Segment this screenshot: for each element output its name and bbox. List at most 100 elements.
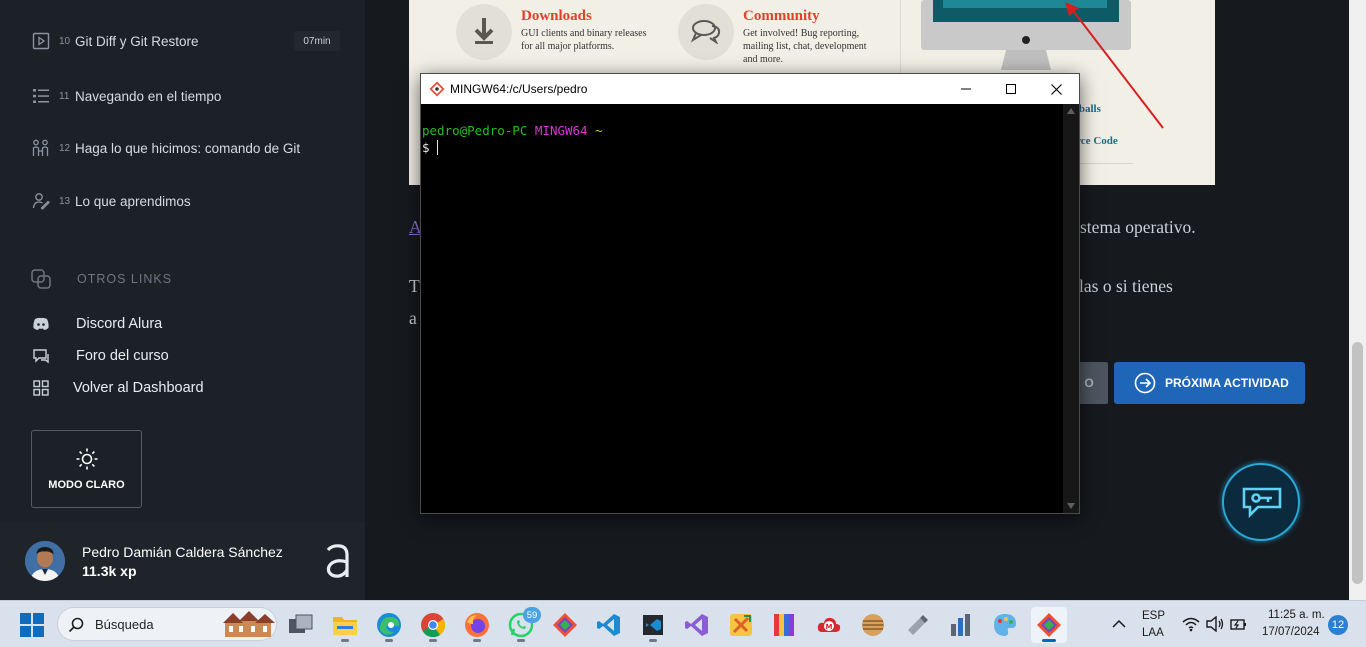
- vscode-insiders-app[interactable]: [635, 607, 671, 643]
- windows-start-icon[interactable]: [20, 613, 44, 637]
- lesson-item-13[interactable]: 13 Lo que aprendimos: [0, 181, 365, 221]
- chrome-app[interactable]: [415, 607, 451, 643]
- notification-badge[interactable]: 12: [1328, 615, 1348, 635]
- clock-time[interactable]: 11:25 a. m.: [1268, 609, 1325, 621]
- running-indicator: [429, 639, 437, 642]
- page-scrollbar[interactable]: [1349, 0, 1366, 600]
- taskbar-search[interactable]: Búsqueda: [57, 607, 277, 641]
- visual-studio-app[interactable]: [679, 607, 715, 643]
- link-forum[interactable]: Foro del curso: [32, 345, 169, 367]
- lesson-duration-badge: 07min: [294, 31, 340, 51]
- body-text-line-2-end: las o si tienes: [1079, 276, 1173, 296]
- tools-icon: [730, 614, 752, 636]
- mega-app[interactable]: M: [811, 607, 847, 643]
- downloads-text-2: for all major platforms.: [521, 41, 615, 52]
- lesson-title: Haga lo que hicimos: comando de Git: [75, 140, 301, 156]
- paint-app[interactable]: [987, 607, 1023, 643]
- running-indicator: [517, 639, 525, 642]
- bar-chart-icon: [951, 614, 970, 636]
- terminal-output[interactable]: pedro@Pedro-PC MINGW64 ~ $: [421, 104, 1062, 513]
- lesson-item-12[interactable]: 12 Haga lo que hicimos: comando de Git: [0, 128, 365, 168]
- dashboard-icon: [33, 380, 49, 396]
- battery-charging-icon[interactable]: [1230, 616, 1248, 632]
- git-bash-window[interactable]: MINGW64:/c/Users/pedro pedro@Pedro-PC MI…: [420, 73, 1080, 514]
- lesson-title: Git Diff y Git Restore: [75, 33, 199, 49]
- firefox-app[interactable]: [459, 607, 495, 643]
- edge-app[interactable]: [371, 607, 407, 643]
- links-icon: [31, 269, 51, 289]
- minimize-button[interactable]: [943, 74, 989, 104]
- forum-icon: [33, 349, 49, 364]
- user-xp: 11.3k xp: [82, 563, 137, 579]
- running-indicator: [385, 639, 393, 642]
- download-arrow-icon: [474, 18, 494, 44]
- stats-app[interactable]: [943, 607, 979, 643]
- language-code[interactable]: ESP: [1142, 610, 1165, 622]
- mega-icon: M: [817, 617, 841, 632]
- link-label: Foro del curso: [76, 348, 169, 364]
- user-profile[interactable]: Pedro Damián Caldera Sánchez 11.3k xp: [0, 522, 365, 600]
- terminal-titlebar[interactable]: MINGW64:/c/Users/pedro: [421, 74, 1079, 104]
- chrome-icon: [421, 613, 446, 638]
- git-bash-app[interactable]: [1031, 607, 1067, 643]
- close-button[interactable]: [1033, 74, 1079, 104]
- scroll-up-arrow-icon[interactable]: [1067, 108, 1075, 114]
- input-line[interactable]: $: [422, 139, 1062, 156]
- community-text-3: and more.: [743, 54, 783, 65]
- community-text-1: Get involved! Bug reporting,: [743, 28, 860, 39]
- firefox-icon: [465, 613, 489, 637]
- previous-button-label: O: [1084, 376, 1094, 390]
- maximize-button[interactable]: [988, 74, 1034, 104]
- volume-icon[interactable]: [1206, 616, 1224, 632]
- clock-date[interactable]: 17/07/2024: [1262, 626, 1320, 638]
- user-name: Pedro Damián Caldera Sánchez: [82, 544, 283, 560]
- file-explorer-app[interactable]: [327, 607, 363, 643]
- keyboard-layout[interactable]: LAA: [1142, 627, 1164, 639]
- lesson-item-11[interactable]: 11 Navegando en el tiempo: [0, 76, 365, 116]
- prompt-user-host: pedro@Pedro-PC: [422, 123, 528, 138]
- terminal-scrollbar[interactable]: [1063, 104, 1079, 513]
- git-gui-app[interactable]: [547, 607, 583, 643]
- whatsapp-badge: 59: [523, 607, 541, 623]
- avatar[interactable]: [25, 541, 65, 581]
- light-mode-button[interactable]: MODO CLARO: [31, 430, 142, 508]
- lesson-item-10[interactable]: 10 Git Diff y Git Restore 07min: [0, 21, 365, 61]
- color-bars-app[interactable]: [767, 607, 803, 643]
- link-label: Discord Alura: [76, 316, 163, 332]
- terminal-title: MINGW64:/c/Users/pedro: [450, 82, 588, 96]
- community-text-2: mailing list, chat, development: [743, 41, 867, 52]
- do-what-we-did-icon: [32, 139, 49, 156]
- next-activity-button[interactable]: PRÓXIMA ACTIVIDAD: [1114, 362, 1305, 404]
- usb-app[interactable]: [899, 607, 935, 643]
- tools-app[interactable]: [723, 607, 759, 643]
- downloads-text-1: GUI clients and binary releases: [521, 28, 647, 39]
- downloads-title: Downloads: [521, 8, 592, 24]
- visual-studio-icon: [685, 614, 708, 636]
- scroll-down-arrow-icon[interactable]: [1067, 503, 1075, 509]
- link-dashboard[interactable]: Volver al Dashboard: [32, 377, 204, 399]
- wifi-icon[interactable]: [1182, 616, 1200, 632]
- chat-bubbles-icon: [690, 20, 721, 44]
- minimize-icon: [961, 88, 971, 90]
- maximize-icon: [1006, 84, 1016, 94]
- git-gui-icon: [553, 613, 577, 637]
- community-title: Community: [743, 8, 820, 24]
- whatsapp-app[interactable]: 59: [503, 607, 541, 643]
- link-discord[interactable]: Discord Alura: [32, 313, 162, 335]
- task-view-app[interactable]: [283, 607, 319, 643]
- windows-taskbar: Búsqueda 59 M ESP LAA 11:25 a. m. 17/07/…: [0, 600, 1366, 647]
- folder-icon: [333, 617, 357, 635]
- active-indicator: [1042, 639, 1056, 642]
- alura-logo-icon: [326, 544, 349, 578]
- vscode-app[interactable]: [591, 607, 627, 643]
- chevron-up-icon[interactable]: [1112, 619, 1126, 629]
- course-sidebar: 10 Git Diff y Git Restore 07min 11 Naveg…: [0, 0, 365, 600]
- running-indicator: [473, 639, 481, 642]
- globe-app[interactable]: [855, 607, 891, 643]
- scrollbar-thumb[interactable]: [1352, 342, 1363, 584]
- body-text-line-1: stema operativo.: [1080, 217, 1196, 237]
- task-view-icon: [289, 614, 313, 633]
- paint-palette-icon: [994, 614, 1016, 636]
- chatbot-button[interactable]: [1222, 463, 1300, 541]
- otros-links-label: OTROS LINKS: [77, 272, 173, 286]
